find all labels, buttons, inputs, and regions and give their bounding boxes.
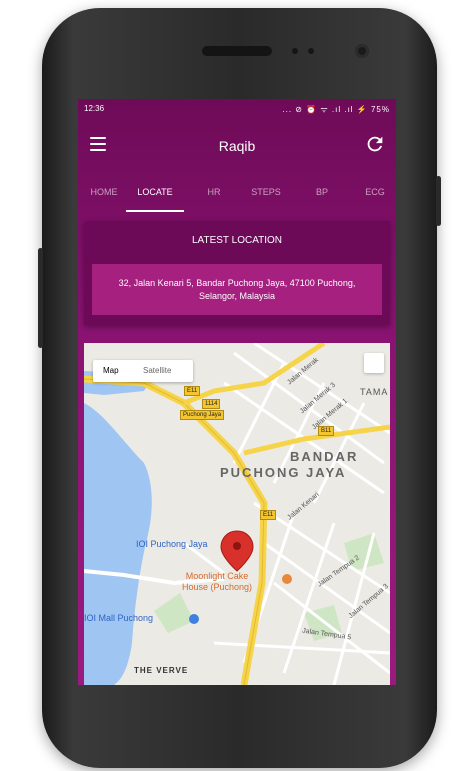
- tab-steps[interactable]: STEPS: [246, 187, 286, 197]
- tab-ecg[interactable]: ECG: [360, 187, 390, 197]
- tab-bp[interactable]: BP: [310, 187, 334, 197]
- status-time: 12:36: [84, 104, 105, 113]
- app-title: Raqib: [218, 138, 256, 154]
- map-poi-label-line1: Moonlight Cake: [185, 571, 249, 581]
- map-view[interactable]: Map Satellite E11 1114 Puchong Jaya B11 …: [84, 343, 390, 685]
- power-button: [436, 176, 441, 226]
- earpiece: [202, 46, 272, 56]
- status-indicators: ... ⊘ ⏰ ᯤ .ıl .ıl ⚡ 75%: [282, 105, 390, 114]
- tab-bar: HOME LOCATE HR STEPS BP ECG: [78, 177, 396, 213]
- sensor-dot: [292, 48, 298, 54]
- sensor-dot: [308, 48, 314, 54]
- active-tab-indicator: [126, 210, 184, 212]
- map-area-label: THE VERVE: [134, 666, 189, 675]
- map-poi-label-line2: House (Puchong): [182, 582, 253, 592]
- road-shield: B11: [318, 426, 335, 436]
- road-shield: E11: [260, 510, 277, 520]
- map-type-satellite-option[interactable]: Satellite: [143, 366, 171, 375]
- tab-hr[interactable]: HR: [202, 187, 226, 197]
- map-area-label: BANDAR: [290, 449, 359, 464]
- map-type-toggle: Map Satellite: [93, 360, 193, 382]
- app-bar: Raqib: [78, 119, 396, 177]
- map-type-map-option[interactable]: Map: [103, 366, 119, 375]
- front-camera: [355, 44, 369, 58]
- map-poi-label[interactable]: IOI Puchong Jaya: [136, 539, 208, 549]
- road-shield: 1114: [202, 399, 221, 409]
- road-shield: Puchong Jaya: [180, 410, 225, 420]
- address-text: 32, Jalan Kenari 5, Bandar Puchong Jaya,…: [92, 264, 382, 315]
- app-screen: 12:36 ... ⊘ ⏰ ᯤ .ıl .ıl ⚡ 75% Raqib HOME…: [78, 99, 396, 685]
- tab-home[interactable]: HOME: [84, 187, 124, 197]
- map-area-label: PUCHONG JAYA: [220, 465, 347, 480]
- fullscreen-button[interactable]: [364, 353, 384, 373]
- volume-button: [38, 248, 43, 348]
- map-poi-label[interactable]: Moonlight Cake House (Puchong): [182, 571, 252, 593]
- tab-locate[interactable]: LOCATE: [130, 187, 180, 197]
- refresh-icon[interactable]: [364, 133, 386, 155]
- latest-location-card: LATEST LOCATION 32, Jalan Kenari 5, Band…: [84, 221, 390, 325]
- latest-location-title: LATEST LOCATION: [191, 235, 283, 246]
- status-bar: 12:36 ... ⊘ ⏰ ᯤ .ıl .ıl ⚡ 75%: [78, 99, 396, 119]
- location-marker-icon[interactable]: [220, 530, 254, 572]
- map-area-label: TAMA: [360, 387, 389, 397]
- map-poi-label[interactable]: IOI Mall Puchong: [84, 613, 153, 623]
- road-shield: E11: [184, 386, 201, 396]
